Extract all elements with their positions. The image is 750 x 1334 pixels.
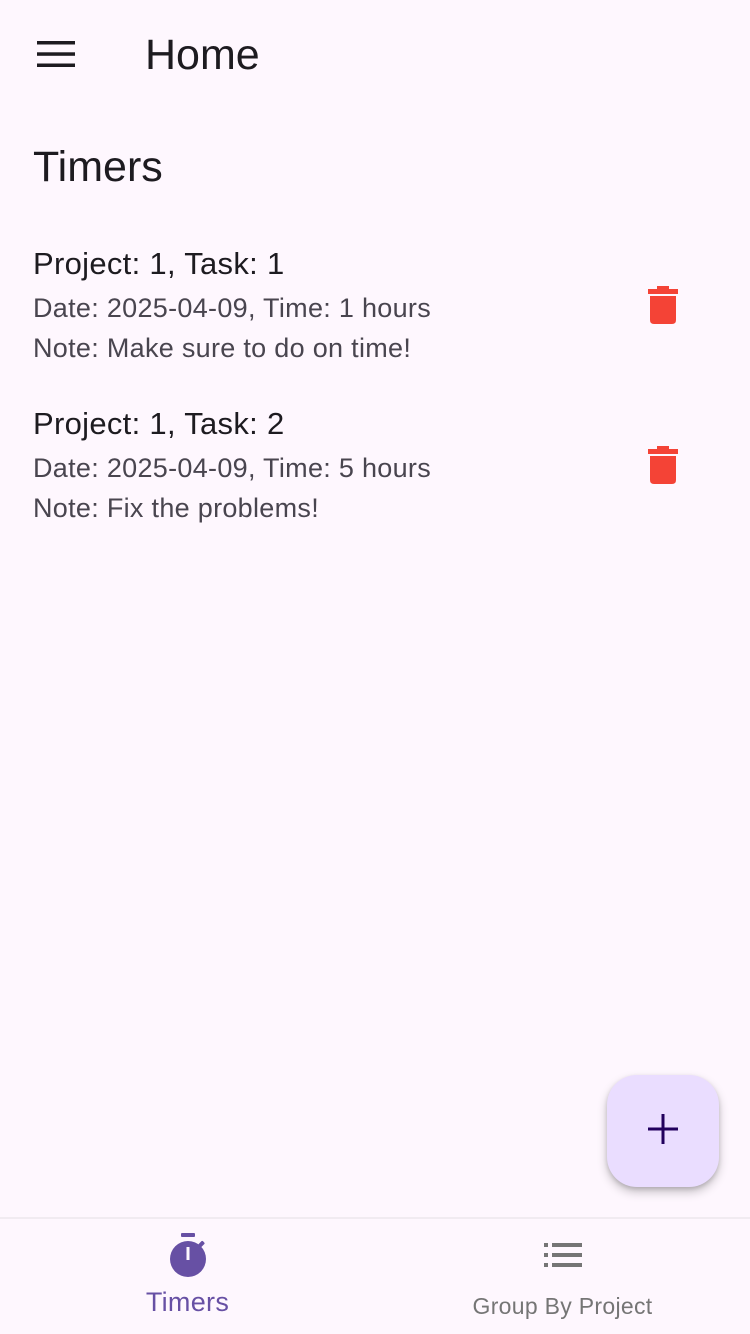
- delete-timer-button[interactable]: [628, 272, 698, 342]
- timer-note: Note: Make sure to do on time!: [33, 333, 412, 363]
- nav-item-group-by-project[interactable]: Group By Project: [375, 1219, 750, 1334]
- timer-title: Project: 1, Task: 1: [33, 246, 285, 281]
- timer-list-item[interactable]: Project: 1, Task: 1 Date: 2025-04-09, Ti…: [0, 240, 750, 400]
- timer-date-time: Date: 2025-04-09, Time: 5 hours: [33, 453, 432, 483]
- section-title-timers: Timers: [33, 143, 163, 191]
- timer-list-item[interactable]: Project: 1, Task: 2 Date: 2025-04-09, Ti…: [0, 400, 750, 560]
- hamburger-menu-icon: [37, 40, 75, 73]
- list-icon: [543, 1243, 582, 1272]
- plus-icon: [648, 1113, 678, 1149]
- trash-icon: [648, 445, 678, 489]
- timer-date-time: Date: 2025-04-09, Time: 1 hours: [33, 293, 432, 323]
- app-bar: Home: [0, 0, 750, 112]
- timer-list: Project: 1, Task: 1 Date: 2025-04-09, Ti…: [0, 240, 750, 560]
- delete-timer-button[interactable]: [628, 432, 698, 502]
- timer-title: Project: 1, Task: 2: [33, 406, 285, 441]
- add-timer-fab[interactable]: [607, 1075, 719, 1187]
- menu-button[interactable]: [22, 22, 90, 90]
- nav-label-timers: Timers: [145, 1287, 230, 1317]
- nav-label-group-by-project: Group By Project: [472, 1293, 653, 1319]
- trash-icon: [648, 285, 678, 329]
- screen: Home Timers Project: 1, Task: 1 Date: 20…: [0, 0, 750, 1334]
- page-title: Home: [145, 31, 260, 79]
- bottom-navigation-bar: Timers Group By Project: [0, 1217, 750, 1334]
- nav-item-timers[interactable]: Timers: [0, 1219, 375, 1334]
- stopwatch-icon: [168, 1233, 208, 1284]
- timer-note: Note: Fix the problems!: [33, 493, 320, 523]
